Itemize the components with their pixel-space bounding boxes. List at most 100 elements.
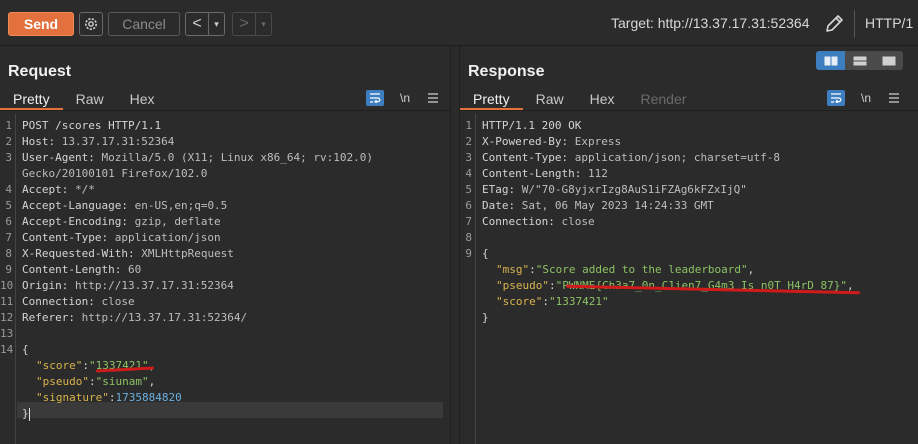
request-json-comma: , bbox=[148, 359, 156, 372]
response-line-number: 4 bbox=[465, 167, 472, 180]
request-code-line: Host: 13.37.17.31:52364 bbox=[22, 134, 174, 150]
request-code-line: Content-Type: application/json bbox=[22, 230, 221, 246]
columns-icon bbox=[824, 56, 837, 65]
layout-stacked-button[interactable] bbox=[845, 51, 874, 70]
forward-history-dropdown[interactable]: ▾ bbox=[255, 13, 271, 35]
request-tabs-underline bbox=[0, 110, 450, 111]
response-line-number: 2 bbox=[465, 135, 472, 148]
request-code-line: Gecko/20100101 Firefox/102.0 bbox=[22, 166, 207, 182]
send-button[interactable]: Send bbox=[8, 12, 74, 36]
request-wrap-button[interactable] bbox=[366, 90, 384, 106]
response-line-number: 3 bbox=[465, 151, 472, 164]
response-json-comma: , bbox=[847, 279, 854, 292]
response-tabs: Pretty Raw Hex Render bbox=[460, 88, 699, 110]
response-code-line: Content-Type: application/json; charset=… bbox=[482, 150, 780, 166]
response-header-name: Content-Length: bbox=[482, 167, 582, 180]
request-json-colon: : bbox=[88, 375, 96, 388]
request-header-value: XMLHttpRequest bbox=[134, 247, 234, 260]
response-header-name: Content-Type: bbox=[482, 151, 569, 164]
response-header-name: { bbox=[482, 247, 489, 260]
settings-button[interactable] bbox=[79, 12, 103, 36]
request-header-value: http://13.37.17.31:52364/ bbox=[74, 311, 248, 324]
target-label: Target: http://13.37.17.31:52364 bbox=[611, 15, 810, 31]
tab-response-raw[interactable]: Raw bbox=[523, 88, 577, 110]
response-wrap-button[interactable] bbox=[827, 90, 845, 106]
request-header-name: Accept-Language: bbox=[22, 199, 128, 212]
request-code-line: Accept-Encoding: gzip, deflate bbox=[22, 214, 221, 230]
request-line-number: 6 bbox=[5, 215, 12, 228]
request-line-number: 9 bbox=[5, 263, 12, 276]
response-json-value: "1337421" bbox=[548, 295, 609, 308]
response-code-line: HTTP/1.1 200 OK bbox=[482, 118, 581, 134]
request-header-value: Gecko/20100101 Firefox/102.0 bbox=[22, 167, 208, 180]
response-header-name: HTTP/1.1 200 OK bbox=[482, 119, 582, 132]
hamburger-icon bbox=[428, 93, 438, 103]
tab-request-raw[interactable]: Raw bbox=[63, 88, 117, 110]
tab-response-render[interactable]: Render bbox=[628, 88, 700, 110]
cancel-button[interactable]: Cancel bbox=[108, 12, 180, 36]
response-header-name: ETag: bbox=[482, 183, 516, 196]
request-header-name: X-Requested-With: bbox=[22, 247, 135, 260]
request-menu-button[interactable] bbox=[424, 90, 442, 106]
request-tabs: Pretty Raw Hex bbox=[0, 88, 168, 110]
request-line-number: 11 bbox=[0, 295, 14, 308]
tab-response-pretty[interactable]: Pretty bbox=[460, 88, 523, 110]
response-line-number: 7 bbox=[465, 215, 472, 228]
request-newline-toggle[interactable]: \n bbox=[396, 90, 414, 106]
tab-response-hex[interactable]: Hex bbox=[577, 88, 628, 110]
request-header-name: POST /scores HTTP/1.1 bbox=[22, 119, 162, 132]
response-header-value: application/json; charset=utf-8 bbox=[568, 151, 781, 164]
response-json-colon: : bbox=[542, 295, 549, 308]
request-header-value: http://13.37.17.31:52364 bbox=[68, 279, 234, 292]
pane-splitter[interactable] bbox=[450, 46, 460, 444]
back-history-dropdown[interactable]: ▾ bbox=[208, 13, 224, 35]
request-code-line: Content-Length: 60 bbox=[22, 262, 141, 278]
request-line-number: 7 bbox=[5, 231, 12, 244]
tab-request-pretty[interactable]: Pretty bbox=[0, 88, 63, 110]
response-json-line: "msg":"Score added to the leaderboard", bbox=[496, 262, 754, 278]
response-line-number: 1 bbox=[465, 119, 472, 132]
request-json-key: "score" bbox=[36, 359, 83, 372]
edit-target-button[interactable] bbox=[823, 13, 845, 35]
request-header-value: */* bbox=[68, 183, 95, 196]
forward-button[interactable]: > bbox=[233, 13, 255, 35]
layout-single-button[interactable] bbox=[874, 51, 903, 70]
response-header-name: Connection: bbox=[482, 215, 555, 228]
request-json-colon: : bbox=[82, 359, 89, 372]
request-header-name: { bbox=[22, 343, 29, 356]
response-header-value: 112 bbox=[581, 167, 608, 180]
back-button[interactable]: < bbox=[186, 13, 208, 35]
protocol-label[interactable]: HTTP/1 bbox=[865, 15, 913, 31]
hamburger-icon bbox=[889, 93, 899, 103]
request-line-number: 14 bbox=[0, 343, 14, 356]
gear-icon bbox=[85, 18, 97, 30]
tab-request-hex[interactable]: Hex bbox=[117, 88, 168, 110]
request-json-key: "pseudo" bbox=[36, 375, 89, 388]
pencil-icon bbox=[826, 15, 843, 32]
response-code-line: Content-Length: 112 bbox=[482, 166, 608, 182]
response-json-comma: , bbox=[747, 263, 755, 276]
response-menu-button[interactable] bbox=[885, 90, 903, 106]
word-wrap-icon bbox=[370, 93, 381, 103]
response-line-number: 9 bbox=[465, 247, 472, 260]
request-header-value: close bbox=[94, 295, 135, 308]
response-code-line: Connection: close bbox=[482, 214, 595, 230]
response-json-key: "msg" bbox=[496, 263, 530, 276]
request-line-number bbox=[0, 166, 12, 182]
response-json-colon: : bbox=[529, 263, 536, 276]
response-json-key: "score" bbox=[496, 295, 543, 308]
request-header-name: Connection: bbox=[22, 295, 95, 308]
request-code-line: X-Requested-With: XMLHttpRequest bbox=[22, 246, 234, 262]
request-header-value: 60 bbox=[121, 263, 142, 276]
request-code-line: User-Agent: Mozilla/5.0 (X11; Linux x86_… bbox=[22, 150, 373, 166]
request-line-number: 10 bbox=[0, 279, 14, 292]
response-newline-toggle[interactable]: \n bbox=[857, 90, 875, 106]
request-editor[interactable]: 1 POST /scores HTTP/1.1 2 Host: 13.37.17.31… bbox=[0, 114, 450, 444]
request-header-name: User-Agent: bbox=[22, 151, 95, 164]
forward-nav: > ▾ bbox=[232, 12, 272, 36]
response-editor[interactable]: 1 HTTP/1.1 200 OK 2 X-Powered-By: Express 3 C… bbox=[460, 114, 918, 444]
layout-side-by-side-button[interactable] bbox=[816, 51, 845, 70]
response-header-name: Date: bbox=[482, 199, 516, 212]
response-header-name: X-Powered-By: bbox=[482, 135, 569, 148]
request-header-name: Content-Length: bbox=[22, 263, 122, 276]
